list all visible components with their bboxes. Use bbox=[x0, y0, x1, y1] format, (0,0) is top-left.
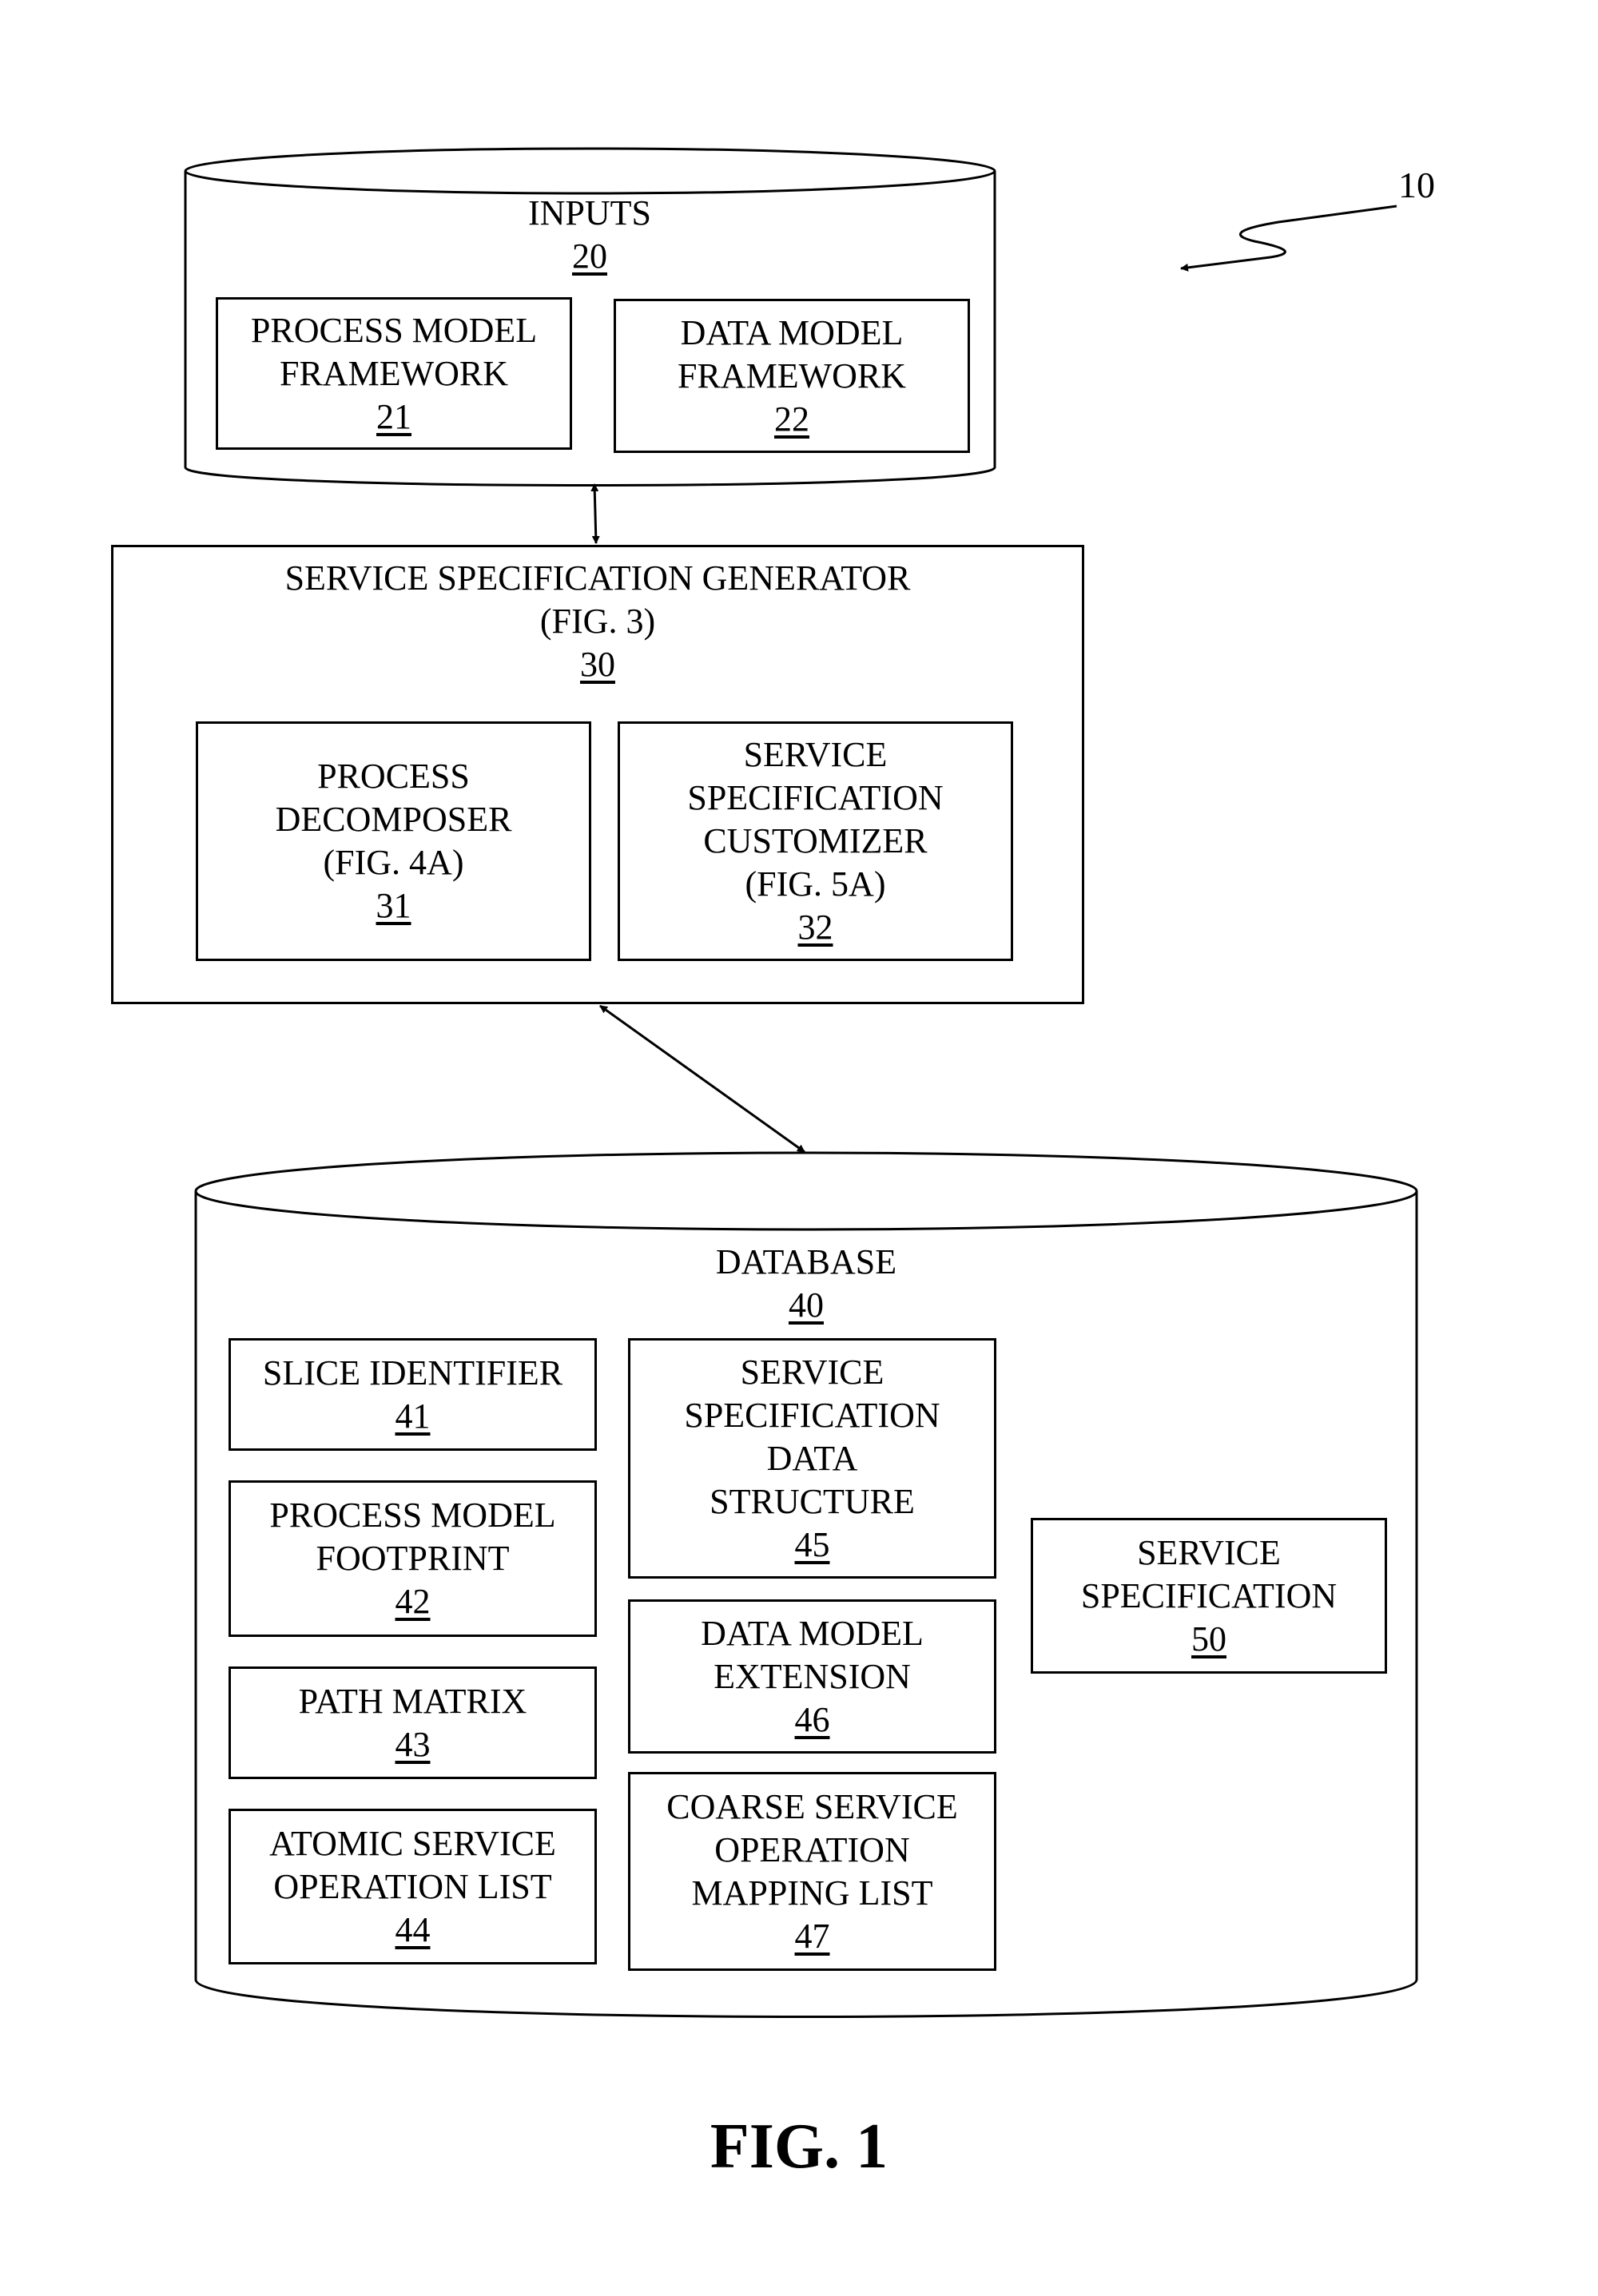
box-text-line: PATH MATRIX bbox=[298, 1681, 527, 1721]
box-text-line: PROCESS bbox=[317, 757, 470, 796]
box-text-line: FRAMEWORK bbox=[279, 353, 509, 393]
database-title: DATABASE 40 bbox=[646, 1241, 966, 1327]
box-ref: 32 bbox=[797, 908, 833, 947]
box-text-line: OPERATION bbox=[714, 1829, 910, 1869]
box-text-line: SERVICE bbox=[1137, 1532, 1281, 1572]
box-text-line: SERVICE bbox=[740, 1352, 884, 1392]
box-text-line: FRAMEWORK bbox=[677, 356, 907, 395]
inputs-ref: 20 bbox=[572, 236, 607, 276]
process-model-footprint-box: PROCESS MODEL FOOTPRINT 42 bbox=[229, 1480, 597, 1637]
box-text-line: DATA MODEL bbox=[701, 1613, 924, 1653]
box-text-line: DATA bbox=[766, 1438, 858, 1478]
box-text-line: (FIG. 5A) bbox=[745, 864, 886, 904]
service-specification-data-structure-box: SERVICE SPECIFICATION DATA STRUCTURE 45 bbox=[628, 1338, 996, 1579]
box-text-line: PROCESS MODEL bbox=[269, 1496, 556, 1535]
box-text-line: PROCESS MODEL bbox=[250, 310, 538, 350]
box-ref: 45 bbox=[794, 1524, 830, 1564]
inputs-title-text: INPUTS bbox=[527, 193, 652, 232]
box-ref: 42 bbox=[395, 1582, 431, 1621]
box-text-line: FOOTPRINT bbox=[316, 1539, 510, 1578]
box-text-line: OPERATION LIST bbox=[273, 1866, 552, 1906]
arrow-generator-database bbox=[599, 1004, 805, 1154]
box-text-line: DECOMPOSER bbox=[275, 800, 512, 839]
box-ref: 41 bbox=[395, 1396, 431, 1436]
box-text-line: ATOMIC SERVICE bbox=[269, 1823, 556, 1863]
service-specification-box: SERVICE SPECIFICATION 50 bbox=[1031, 1518, 1387, 1674]
atomic-service-operation-list-box: ATOMIC SERVICE OPERATION LIST 44 bbox=[229, 1809, 597, 1964]
box-text-line: DATA MODEL bbox=[680, 312, 904, 352]
box-text-line: SLICE IDENTIFIER bbox=[262, 1353, 563, 1392]
box-text-line: SPECIFICATION bbox=[687, 778, 944, 817]
generator-fig-ref: (FIG. 3) bbox=[539, 602, 656, 641]
process-decomposer-box: PROCESS DECOMPOSER (FIG. 4A) 31 bbox=[196, 721, 591, 961]
arrow-inputs-generator bbox=[590, 483, 600, 544]
data-model-framework-box: DATA MODEL FRAMEWORK 22 bbox=[614, 299, 970, 453]
database-title-text: DATABASE bbox=[715, 1242, 897, 1281]
box-ref: 50 bbox=[1191, 1619, 1226, 1658]
box-text-line: SPECIFICATION bbox=[1080, 1575, 1338, 1615]
service-specification-customizer-box: SERVICE SPECIFICATION CUSTOMIZER (FIG. 5… bbox=[618, 721, 1013, 961]
data-model-extension-box: DATA MODEL EXTENSION 46 bbox=[628, 1599, 996, 1754]
box-ref: 46 bbox=[794, 1699, 830, 1739]
box-text-line: CUSTOMIZER bbox=[703, 821, 928, 860]
box-ref: 44 bbox=[395, 1909, 431, 1949]
box-text-line: COARSE SERVICE bbox=[666, 1786, 958, 1826]
box-ref: 43 bbox=[395, 1724, 431, 1764]
inputs-title: INPUTS 20 bbox=[430, 192, 749, 278]
path-matrix-box: PATH MATRIX 43 bbox=[229, 1666, 597, 1779]
box-text-line: EXTENSION bbox=[714, 1656, 911, 1696]
figure-caption: FIG. 1 bbox=[710, 2111, 888, 2182]
slice-identifier-box: SLICE IDENTIFIER 41 bbox=[229, 1338, 597, 1451]
database-ref: 40 bbox=[789, 1285, 824, 1325]
coarse-service-operation-mapping-list-box: COARSE SERVICE OPERATION MAPPING LIST 47 bbox=[628, 1772, 996, 1971]
box-text-line: SPECIFICATION bbox=[684, 1395, 940, 1435]
box-ref: 47 bbox=[794, 1916, 830, 1956]
box-text-line: STRUCTURE bbox=[710, 1481, 915, 1521]
box-ref: 22 bbox=[774, 399, 809, 439]
box-ref: 31 bbox=[376, 886, 411, 925]
box-text-line: MAPPING LIST bbox=[691, 1873, 933, 1913]
process-model-framework-box: PROCESS MODEL FRAMEWORK 21 bbox=[216, 297, 572, 450]
reference-10-leader bbox=[1180, 205, 1397, 272]
generator-title: SERVICE SPECIFICATION GENERATOR bbox=[284, 558, 911, 598]
generator-ref: 30 bbox=[580, 645, 615, 684]
box-text-line: SERVICE bbox=[743, 735, 888, 774]
reference-10-label: 10 bbox=[1398, 165, 1435, 205]
box-ref: 21 bbox=[376, 396, 411, 436]
box-text-line: (FIG. 4A) bbox=[323, 843, 464, 882]
